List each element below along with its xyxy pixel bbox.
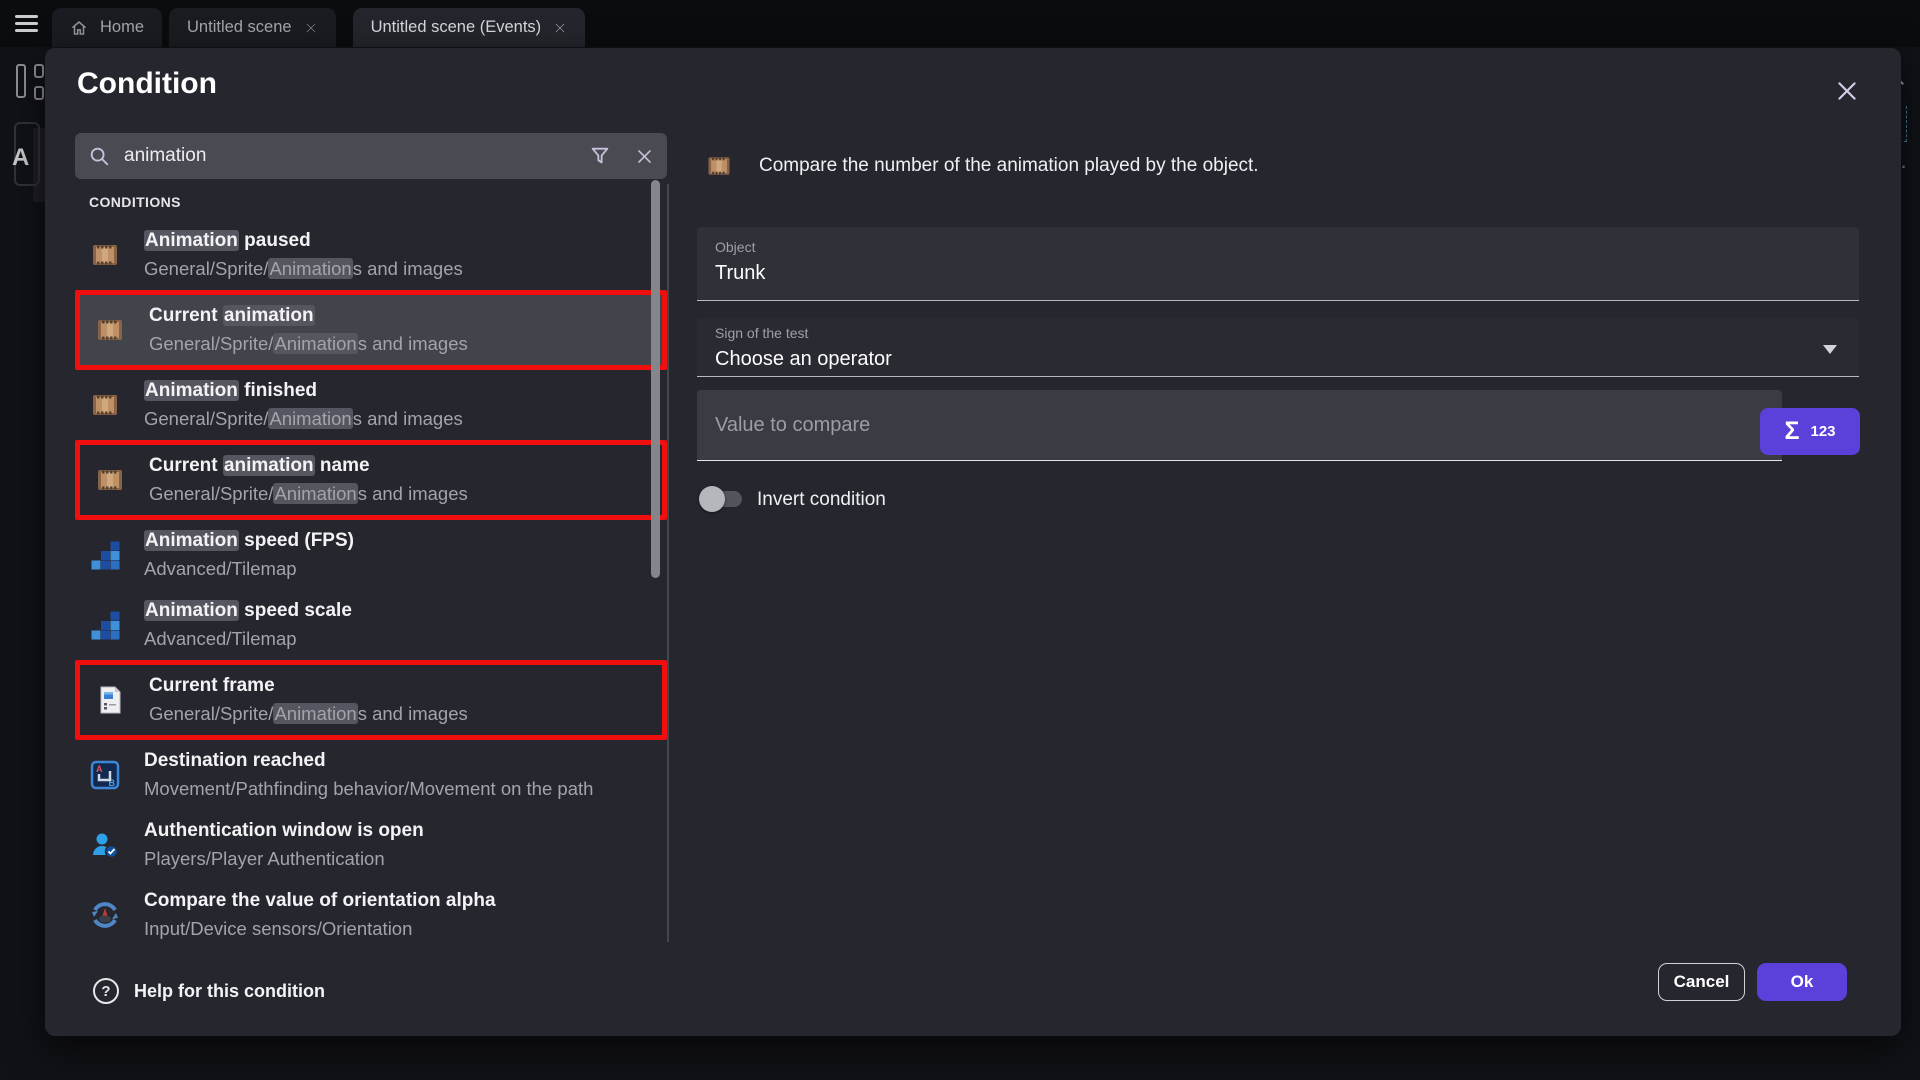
- condition-subtitle: General/Sprite/Animations and images: [149, 700, 468, 728]
- tab-label: Home: [100, 18, 144, 37]
- tab-bar: Home Untitled scene Untitled scene (Even…: [52, 8, 592, 47]
- ok-button[interactable]: Ok: [1757, 963, 1847, 1001]
- condition-item-3[interactable]: Current animation nameGeneral/Sprite/Ani…: [75, 440, 667, 520]
- help-icon: ?: [93, 978, 119, 1004]
- dialog-close-icon[interactable]: [1834, 78, 1860, 104]
- tab-untitled-scene[interactable]: Untitled scene: [169, 8, 336, 47]
- invert-condition-toggle[interactable]: [702, 489, 742, 509]
- condition-title: Current animation name: [149, 452, 468, 480]
- object-field-value: Trunk: [715, 262, 1841, 285]
- object-field-label: Object: [715, 239, 1841, 255]
- condition-item-1[interactable]: Current animationGeneral/Sprite/Animatio…: [75, 290, 667, 370]
- chevron-down-icon[interactable]: [1823, 345, 1837, 361]
- conditions-list: CONDITIONS Animation pausedGeneral/Sprit…: [75, 180, 667, 952]
- condition-title: Compare the value of orientation alpha: [144, 887, 496, 915]
- condition-title: Destination reached: [144, 747, 593, 775]
- condition-description: Compare the number of the animation play…: [759, 155, 1259, 177]
- condition-item-5[interactable]: Animation speed scaleAdvanced/Tilemap: [75, 590, 667, 660]
- condition-item-4[interactable]: Animation speed (FPS)Advanced/Tilemap: [75, 520, 667, 590]
- value-to-compare-input[interactable]: [715, 414, 1764, 437]
- dialog-title: Condition: [77, 67, 217, 101]
- condition-subtitle: Movement/Pathfinding behavior/Movement o…: [144, 775, 593, 803]
- condition-title: Animation speed (FPS): [144, 527, 354, 555]
- sprite-animation-icon: [94, 464, 126, 496]
- condition-item-6[interactable]: Current frameGeneral/Sprite/Animations a…: [75, 660, 667, 740]
- invert-condition-label: Invert condition: [757, 489, 886, 511]
- list-scrollbar-thumb[interactable]: [651, 180, 660, 578]
- condition-title: Animation speed scale: [144, 597, 352, 625]
- tab-home[interactable]: Home: [52, 8, 162, 47]
- condition-description-row: Compare the number of the animation play…: [705, 152, 1259, 180]
- sprite-animation-icon: [89, 239, 121, 271]
- condition-item-7[interactable]: AB Destination reachedMovement/Pathfindin…: [75, 740, 667, 810]
- operator-select[interactable]: Sign of the test Choose an operator: [697, 318, 1859, 377]
- conditions-list-items: Animation pausedGeneral/Sprite/Animation…: [75, 220, 667, 950]
- condition-title: Current frame: [149, 672, 468, 700]
- condition-subtitle: Advanced/Tilemap: [144, 625, 352, 653]
- tilemap-icon: [89, 609, 121, 641]
- tab-label: Untitled scene: [187, 18, 292, 37]
- magnifier-icon: [88, 145, 110, 167]
- sprite-animation-icon: [94, 314, 126, 346]
- events-sheet-toolbar-icon[interactable]: [16, 62, 44, 102]
- current-frame-icon: [94, 684, 126, 716]
- tilemap-icon: [89, 539, 121, 571]
- condition-title: Animation finished: [144, 377, 463, 405]
- condition-item-9[interactable]: Compare the value of orientation alphaIn…: [75, 880, 667, 950]
- condition-dialog: Condition CONDITIONS Animation pausedGen…: [45, 48, 1901, 1036]
- app-top-bar: Home Untitled scene Untitled scene (Even…: [0, 0, 1920, 47]
- help-link[interactable]: ? Help for this condition: [93, 978, 325, 1004]
- background-partial-letter: A: [12, 144, 29, 172]
- player-authentication-icon: [89, 829, 121, 861]
- clear-search-icon[interactable]: [635, 147, 654, 166]
- condition-subtitle: Advanced/Tilemap: [144, 555, 354, 583]
- search-bar: [75, 133, 667, 179]
- help-label: Help for this condition: [134, 981, 325, 1002]
- value-to-compare-field[interactable]: [697, 390, 1782, 461]
- sigma-icon: Σ: [1784, 417, 1799, 446]
- close-tab-icon[interactable]: [553, 21, 567, 35]
- operator-field-value: Choose an operator: [715, 348, 1841, 371]
- condition-subtitle: General/Sprite/Animations and images: [149, 480, 468, 508]
- tab-untitled-scene-events[interactable]: Untitled scene (Events): [353, 8, 586, 47]
- condition-subtitle: General/Sprite/Animations and images: [144, 255, 463, 283]
- filter-icon[interactable]: [589, 145, 611, 167]
- object-field[interactable]: Object Trunk: [697, 227, 1859, 301]
- hamburger-menu-icon[interactable]: [15, 15, 38, 32]
- condition-subtitle: General/Sprite/Animations and images: [149, 330, 468, 358]
- condition-item-0[interactable]: Animation pausedGeneral/Sprite/Animation…: [75, 220, 667, 290]
- condition-subtitle: Input/Device sensors/Orientation: [144, 915, 496, 943]
- svg-text:A: A: [96, 764, 103, 774]
- condition-title: Authentication window is open: [144, 817, 424, 845]
- condition-subtitle: Players/Player Authentication: [144, 845, 424, 873]
- cancel-button[interactable]: Cancel: [1658, 963, 1745, 1001]
- orientation-sensor-icon: [89, 899, 121, 931]
- expression-builder-button[interactable]: Σ 123: [1760, 408, 1860, 455]
- condition-title: Animation paused: [144, 227, 463, 255]
- sprite-animation-icon: [89, 389, 121, 421]
- condition-subtitle: General/Sprite/Animations and images: [144, 405, 463, 433]
- tab-label: Untitled scene (Events): [371, 18, 542, 37]
- home-icon: [70, 19, 88, 37]
- condition-item-2[interactable]: Animation finishedGeneral/Sprite/Animati…: [75, 370, 667, 440]
- close-tab-icon[interactable]: [304, 21, 318, 35]
- condition-item-8[interactable]: Authentication window is openPlayers/Pla…: [75, 810, 667, 880]
- section-header: CONDITIONS: [89, 194, 667, 210]
- numeric-badge: 123: [1810, 423, 1835, 440]
- operator-field-label: Sign of the test: [715, 325, 1841, 341]
- sprite-animation-icon: [705, 152, 733, 180]
- search-input[interactable]: [124, 145, 589, 167]
- pathfinding-icon: AB: [89, 759, 121, 791]
- condition-title: Current animation: [149, 302, 468, 330]
- panel-divider: [667, 184, 669, 942]
